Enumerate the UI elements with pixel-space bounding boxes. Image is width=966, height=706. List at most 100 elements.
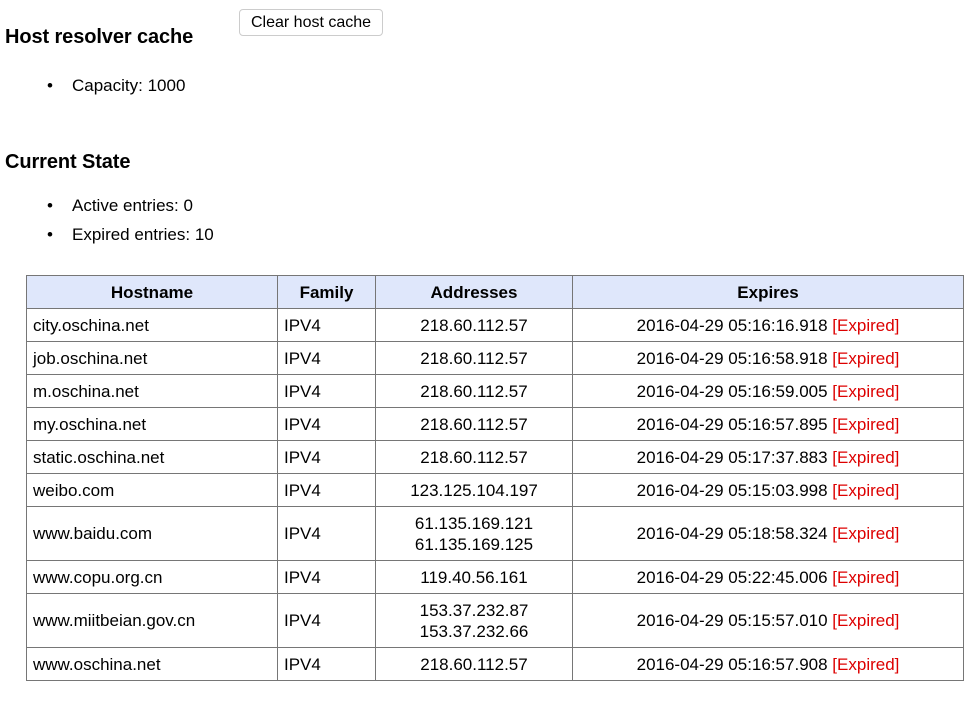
expired-badge: [Expired] <box>832 415 899 434</box>
expires-timestamp: 2016-04-29 05:22:45.006 <box>637 568 828 587</box>
expires-timestamp: 2016-04-29 05:16:16.918 <box>637 316 828 335</box>
expired-badge: [Expired] <box>832 568 899 587</box>
table-row: www.baidu.comIPV461.135.169.12161.135.16… <box>27 507 964 561</box>
table-row: m.oschina.netIPV4 218.60.112.57 2016-04-29… <box>27 375 964 408</box>
table-row: job.oschina.netIPV4 218.60.112.57 2016-04-… <box>27 342 964 375</box>
table-header: HostnameFamilyAddressesExpires <box>27 276 964 309</box>
cell-family: IPV4 <box>278 594 376 648</box>
cell-expires: 2016-04-29 05:16:58.918 [Expired] <box>573 342 964 375</box>
cell-family: IPV4 <box>278 375 376 408</box>
expires-timestamp: 2016-04-29 05:16:57.908 <box>637 655 828 674</box>
expires-timestamp: 2016-04-29 05:16:57.895 <box>637 415 828 434</box>
cache-info-item-0: Capacity: 1000 <box>47 71 185 100</box>
address-line: 218.60.112.57 <box>382 654 566 675</box>
address-line: 218.60.112.57 <box>382 381 566 402</box>
expired-badge: [Expired] <box>832 524 899 543</box>
address-line: 153.37.232.66 <box>382 621 566 642</box>
table-row: www.oschina.netIPV4 218.60.112.57 2016-04-… <box>27 648 964 681</box>
cell-family: IPV4 <box>278 474 376 507</box>
cell-expires: 2016-04-29 05:16:16.918 [Expired] <box>573 309 964 342</box>
cell-family: IPV4 <box>278 309 376 342</box>
expires-timestamp: 2016-04-29 05:15:57.010 <box>637 611 828 630</box>
cell-family: IPV4 <box>278 441 376 474</box>
address-line: 119.40.56.161 <box>382 567 566 588</box>
expires-timestamp: 2016-04-29 05:16:58.918 <box>637 349 828 368</box>
cell-hostname: my.oschina.net <box>27 408 278 441</box>
table-row: static.oschina.netIPV4 218.60.112.57 2016-… <box>27 441 964 474</box>
address-line: 218.60.112.57 <box>382 348 566 369</box>
cell-addresses: 218.60.112.57 <box>376 342 573 375</box>
expires-timestamp: 2016-04-29 05:15:03.998 <box>637 481 828 500</box>
address-line: 61.135.169.125 <box>382 534 566 555</box>
column-header-addresses: Addresses <box>376 276 573 309</box>
cell-addresses: 218.60.112.57 <box>376 441 573 474</box>
expired-badge: [Expired] <box>832 655 899 674</box>
address-line: 218.60.112.57 <box>382 414 566 435</box>
expired-badge: [Expired] <box>832 382 899 401</box>
expired-badge: [Expired] <box>832 316 899 335</box>
column-header-hostname: Hostname <box>27 276 278 309</box>
host-cache-table-container: HostnameFamilyAddressesExpires city.osch… <box>26 275 963 681</box>
cell-family: IPV4 <box>278 507 376 561</box>
cell-hostname: www.miitbeian.gov.cn <box>27 594 278 648</box>
cell-expires: 2016-04-29 05:15:03.998 [Expired] <box>573 474 964 507</box>
cell-family: IPV4 <box>278 342 376 375</box>
table-row: city.oschina.netIPV4 218.60.112.57 2016-04… <box>27 309 964 342</box>
address-line: 61.135.169.121 <box>382 513 566 534</box>
expired-badge: [Expired] <box>832 448 899 467</box>
current-state-heading: Current State <box>5 151 130 174</box>
cell-addresses: 61.135.169.12161.135.169.125 <box>376 507 573 561</box>
table-header-row: HostnameFamilyAddressesExpires <box>27 276 964 309</box>
cell-addresses: 218.60.112.57 <box>376 309 573 342</box>
table-row: www.miitbeian.gov.cnIPV4153.37.232.87153… <box>27 594 964 648</box>
state-info-item-0: Active entries: 0 <box>47 191 214 220</box>
address-line: 218.60.112.57 <box>382 447 566 468</box>
column-header-expires: Expires <box>573 276 964 309</box>
cell-addresses: 218.60.112.57 <box>376 408 573 441</box>
host-resolver-cache-page: Host resolver cache Clear host cache Cap… <box>0 0 966 706</box>
cell-hostname: www.oschina.net <box>27 648 278 681</box>
cell-hostname: www.copu.org.cn <box>27 561 278 594</box>
cell-hostname: job.oschina.net <box>27 342 278 375</box>
cell-hostname: city.oschina.net <box>27 309 278 342</box>
cell-expires: 2016-04-29 05:16:57.908 [Expired] <box>573 648 964 681</box>
cache-capacity-list: Capacity: 1000 <box>47 71 185 100</box>
cell-expires: 2016-04-29 05:16:59.005 [Expired] <box>573 375 964 408</box>
clear-host-cache-button[interactable]: Clear host cache <box>239 9 383 36</box>
address-line: 218.60.112.57 <box>382 315 566 336</box>
cell-family: IPV4 <box>278 648 376 681</box>
table-body: city.oschina.netIPV4218.60.112.572016-04… <box>27 309 964 681</box>
cell-expires: 2016-04-29 05:22:45.006 [Expired] <box>573 561 964 594</box>
cell-hostname: weibo.com <box>27 474 278 507</box>
host-cache-table: HostnameFamilyAddressesExpires city.osch… <box>26 275 964 681</box>
cell-hostname: www.baidu.com <box>27 507 278 561</box>
cell-family: IPV4 <box>278 561 376 594</box>
cell-addresses: 218.60.112.57 <box>376 375 573 408</box>
expired-badge: [Expired] <box>832 481 899 500</box>
cell-expires: 2016-04-29 05:15:57.010 [Expired] <box>573 594 964 648</box>
table-row: weibo.comIPV4 123.125.104.197 2016-04-29 0… <box>27 474 964 507</box>
cell-hostname: static.oschina.net <box>27 441 278 474</box>
state-info-item-1: Expired entries: 10 <box>47 220 214 249</box>
column-header-family: Family <box>278 276 376 309</box>
expired-badge: [Expired] <box>832 349 899 368</box>
cell-family: IPV4 <box>278 408 376 441</box>
address-line: 123.125.104.197 <box>382 480 566 501</box>
page-title: Host resolver cache <box>5 26 193 49</box>
current-state-list: Active entries: 0Expired entries: 10 <box>47 191 214 249</box>
expires-timestamp: 2016-04-29 05:17:37.883 <box>637 448 828 467</box>
expires-timestamp: 2016-04-29 05:16:59.005 <box>637 382 828 401</box>
cell-expires: 2016-04-29 05:17:37.883 [Expired] <box>573 441 964 474</box>
cell-expires: 2016-04-29 05:18:58.324 [Expired] <box>573 507 964 561</box>
expired-badge: [Expired] <box>832 611 899 630</box>
cell-addresses: 153.37.232.87153.37.232.66 <box>376 594 573 648</box>
expires-timestamp: 2016-04-29 05:18:58.324 <box>637 524 828 543</box>
cell-addresses: 119.40.56.161 <box>376 561 573 594</box>
cell-expires: 2016-04-29 05:16:57.895 [Expired] <box>573 408 964 441</box>
cell-hostname: m.oschina.net <box>27 375 278 408</box>
address-line: 153.37.232.87 <box>382 600 566 621</box>
cell-addresses: 123.125.104.197 <box>376 474 573 507</box>
table-row: my.oschina.netIPV4 218.60.112.57 2016-04-2… <box>27 408 964 441</box>
cell-addresses: 218.60.112.57 <box>376 648 573 681</box>
table-row: www.copu.org.cnIPV4 119.40.56.161 2016-04-… <box>27 561 964 594</box>
